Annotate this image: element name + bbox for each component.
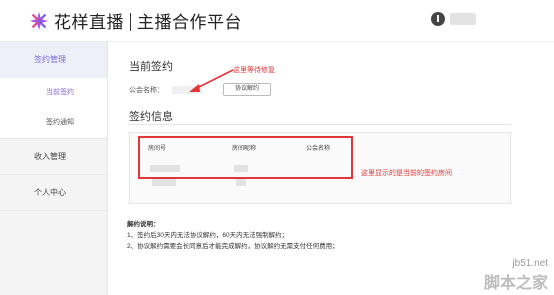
section-divider: [129, 124, 511, 125]
sidebar-group-contract[interactable]: 签约管理: [0, 42, 107, 78]
sidebar-item-current-contract[interactable]: 当前签约: [0, 78, 107, 108]
notes-item: 1、签约后30天内无法协议解约，60天内无法强制解约；: [127, 232, 289, 239]
room-nickname-redacted-2: [236, 179, 246, 186]
flower-logo-icon: [29, 11, 49, 30]
user-name-redacted: [450, 13, 476, 25]
top-header: 花样直播 主播合作平台: [0, 0, 554, 42]
annotation-room-note: 这里显示的是当前的签约房间: [361, 170, 452, 177]
sidebar-submenu: 当前签约 签约通知: [0, 78, 107, 139]
sidebar-group-profile[interactable]: 个人中心: [0, 175, 107, 211]
sidebar-item-contract-notice[interactable]: 签约通知: [0, 108, 107, 138]
platform-name: 主播合作平台: [137, 13, 242, 32]
cancel-notes: 解约说明： 1、签约后30天内无法协议解约，60天内无法强制解约； 2、协议解约…: [127, 219, 339, 252]
annotation-fix-note: 这里等待修复: [233, 67, 275, 74]
brand-name: 花样直播: [54, 13, 124, 32]
title-divider: [130, 13, 131, 31]
notes-item: 2、协议解约需要会长同意后才能完成解约，协议解约无需支付任何费用；: [127, 243, 339, 250]
user-avatar-icon: [431, 12, 445, 26]
site-watermark: jb51.net 脚本之家: [484, 258, 548, 293]
annotation-arrow-icon: [189, 69, 234, 92]
sidebar-group-income[interactable]: 收入管理: [0, 139, 107, 175]
guild-name-label: 公会名称：: [129, 87, 164, 94]
watermark-site: 脚本之家: [483, 275, 548, 292]
watermark-url: jb51.net: [512, 258, 548, 269]
notes-title: 解约说明：: [127, 221, 160, 228]
contract-info-title: 签约信息: [129, 111, 173, 123]
room-id-redacted-2: [152, 179, 176, 186]
sidebar: 签约管理 当前签约 签约通知 收入管理 个人中心: [0, 42, 108, 295]
brand-logo[interactable]: 花样直播 主播合作平台: [28, 8, 242, 33]
annotation-highlight-box: [138, 136, 353, 179]
user-menu[interactable]: [431, 12, 476, 26]
brand-title: 花样直播 主播合作平台: [54, 8, 242, 33]
current-contract-title: 当前签约: [129, 61, 173, 73]
